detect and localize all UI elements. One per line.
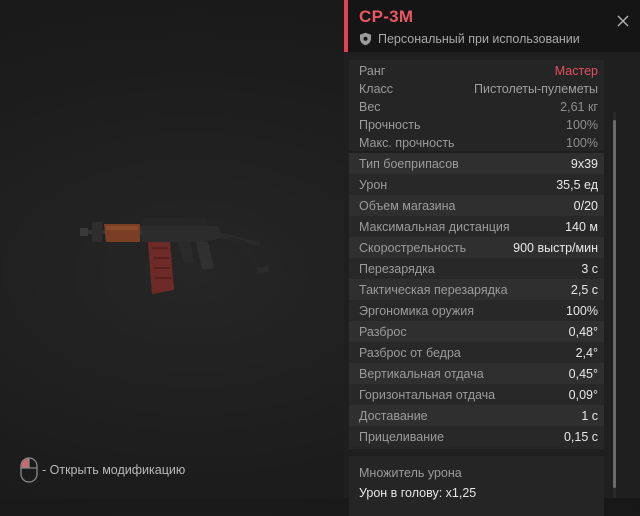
stat-row-ammo-type: Тип боеприпасов 9x39 — [349, 153, 604, 174]
stat-row-horizontal-recoil: Горизонтальная отдача 0,09° — [349, 384, 604, 405]
stat-label: Доставание — [359, 408, 428, 423]
item-inspect-screen: - Открыть модификацию СР-3М Персональный… — [0, 0, 640, 516]
item-details-panel: СР-3М Персональный при использовании Ран… — [344, 0, 640, 516]
binding-text: Персональный при использовании — [378, 32, 580, 46]
details-scroll-area[interactable]: Ранг Мастер Класс Пистолеты-пулеметы Вес… — [344, 52, 640, 516]
stat-value: 0,15 с — [563, 429, 598, 444]
info-label: Вес — [359, 100, 381, 114]
info-row-rank: Ранг Мастер — [349, 62, 604, 80]
mouse-icon — [20, 457, 38, 483]
info-row-weight: Вес 2,61 кг — [349, 98, 604, 116]
stat-label: Тип боеприпасов — [359, 156, 459, 171]
stat-value: 0/20 — [573, 198, 598, 213]
stat-label: Разброс — [359, 324, 407, 339]
close-button[interactable] — [614, 12, 632, 30]
weapon-viewer[interactable]: - Открыть модификацию — [0, 0, 344, 498]
info-value: 2,61 кг — [560, 100, 598, 114]
info-row-class: Класс Пистолеты-пулеметы — [349, 80, 604, 98]
stat-row-magazine: Объем магазина 0/20 — [349, 195, 604, 216]
info-value: 100% — [566, 118, 598, 132]
stat-value: 100% — [566, 303, 598, 318]
stat-row-draw-time: Доставание 1 с — [349, 405, 604, 426]
close-icon[interactable] — [614, 12, 632, 30]
stat-label: Урон — [359, 177, 388, 192]
stat-value: 1 с — [581, 408, 598, 423]
stat-row-ergonomics: Эргономика оружия 100% — [349, 300, 604, 321]
scrollbar-thumb[interactable] — [613, 120, 616, 488]
stat-row-reload: Перезарядка 3 с — [349, 258, 604, 279]
binding-status: Персональный при использовании — [359, 32, 580, 46]
stat-value: 0,48° — [568, 324, 598, 339]
stat-label: Вертикальная отдача — [359, 366, 484, 381]
stat-value: 2,5 с — [570, 282, 598, 297]
item-info-group: Ранг Мастер Класс Пистолеты-пулеметы Вес… — [349, 60, 604, 151]
item-header: СР-3М Персональный при использовании — [348, 0, 640, 52]
stat-row-damage: Урон 35,5 ед — [349, 174, 604, 195]
info-row-max-durability: Макс. прочность 100% — [349, 134, 604, 152]
damage-multiplier-group: Множитель урона Урон в голову: x1,25 — [349, 456, 604, 516]
stat-label: Объем магазина — [359, 198, 456, 213]
hint-text: - Открыть модификацию — [42, 463, 186, 477]
stat-row-max-range: Максимальная дистанция 140 м — [349, 216, 604, 237]
stat-row-fire-rate: Скорострельность 900 выстр/мин — [349, 237, 604, 258]
stat-value: 140 м — [565, 219, 598, 234]
details-scrollbar[interactable] — [613, 112, 616, 498]
stat-label: Тактическая перезарядка — [359, 282, 508, 297]
stat-label: Максимальная дистанция — [359, 219, 510, 234]
stat-row-hip-spread: Разброс от бедра 2,4° — [349, 342, 604, 363]
info-label: Макс. прочность — [359, 136, 455, 150]
stat-label: Горизонтальная отдача — [359, 387, 496, 402]
open-modification-hint: - Открыть модификацию — [20, 457, 185, 483]
stat-value: 35,5 ед — [556, 177, 598, 192]
stat-value: 3 с — [581, 261, 598, 276]
stat-label: Эргономика оружия — [359, 303, 475, 318]
stat-value: 9x39 — [570, 156, 598, 171]
stat-row-tactical-reload: Тактическая перезарядка 2,5 с — [349, 279, 604, 300]
info-value: 100% — [566, 136, 598, 150]
info-label: Класс — [359, 82, 394, 96]
stat-label: Разброс от бедра — [359, 345, 461, 360]
weapon-model-image[interactable] — [78, 208, 278, 318]
stat-value: 0,45° — [568, 366, 598, 381]
weapon-stats-group: Тип боеприпасов 9x39 Урон 35,5 ед Объем … — [349, 153, 604, 449]
stat-value: 0,09° — [568, 387, 598, 402]
stat-label: Скорострельность — [359, 240, 467, 255]
stat-row-spread: Разброс 0,48° — [349, 321, 604, 342]
info-label: Ранг — [359, 64, 386, 78]
info-value: Пистолеты-пулеметы — [473, 82, 598, 96]
stat-label: Прицеливание — [359, 429, 445, 444]
stat-row-vertical-recoil: Вертикальная отдача 0,45° — [349, 363, 604, 384]
item-title: СР-3М — [359, 7, 414, 26]
info-value: Мастер — [554, 64, 598, 78]
stat-value: 2,4° — [575, 345, 598, 360]
info-row-durability: Прочность 100% — [349, 116, 604, 134]
shield-icon — [360, 32, 371, 46]
stat-row-aim-time: Прицеливание 0,15 с — [349, 426, 604, 447]
info-label: Прочность — [359, 118, 421, 132]
stat-label: Перезарядка — [359, 261, 435, 276]
damage-multiplier-heading: Множитель урона — [359, 466, 462, 480]
stat-value: 900 выстр/мин — [513, 240, 598, 255]
